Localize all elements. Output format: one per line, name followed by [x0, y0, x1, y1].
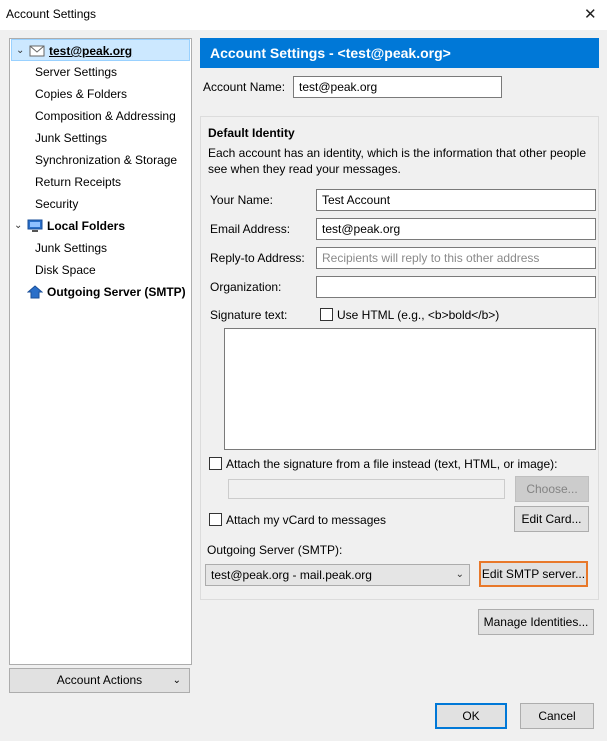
tree-item-account[interactable]: ⌄ test@peak.org: [11, 39, 190, 61]
account-actions-button[interactable]: Account Actions ⌄: [9, 668, 190, 693]
tree-item-label: Local Folders: [47, 219, 126, 233]
tree-item-synchronization[interactable]: Synchronization & Storage: [10, 149, 191, 171]
choose-file-button: Choose...: [515, 476, 589, 502]
tree-item-security[interactable]: Security: [10, 193, 191, 215]
attach-signature-file-checkbox[interactable]: [209, 457, 222, 470]
tree-item-label: Disk Space: [35, 263, 96, 277]
attach-vcard-checkbox[interactable]: [209, 513, 222, 526]
cancel-button[interactable]: Cancel: [520, 703, 594, 729]
signature-file-path-input: [228, 479, 505, 499]
page-title: Account Settings - <test@peak.org>: [200, 38, 599, 68]
tree-item-composition[interactable]: Composition & Addressing: [10, 105, 191, 127]
tree-item-label: test@peak.org: [49, 44, 133, 58]
tree-item-label: Return Receipts: [35, 175, 122, 189]
email-address-input[interactable]: test@peak.org: [316, 218, 596, 240]
local-folders-icon: [27, 219, 43, 232]
signature-text-label: Signature text:: [210, 308, 288, 322]
email-address-label: Email Address:: [210, 222, 291, 236]
tree-item-label: Server Settings: [35, 65, 118, 79]
tree-item-disk-space[interactable]: Disk Space: [10, 259, 191, 281]
your-name-label: Your Name:: [210, 193, 273, 207]
tree-item-local-folders[interactable]: ⌄ Local Folders: [10, 215, 191, 237]
outgoing-server-selected: test@peak.org - mail.peak.org: [211, 568, 372, 582]
edit-card-button[interactable]: Edit Card...: [514, 506, 589, 532]
chevron-down-icon[interactable]: ⌄: [16, 40, 24, 62]
account-tree[interactable]: ⌄ test@peak.org Server Settings Copies &…: [9, 38, 192, 665]
edit-smtp-server-button[interactable]: Edit SMTP server...: [479, 561, 588, 587]
ok-button[interactable]: OK: [435, 703, 507, 729]
tree-item-label: Security: [35, 197, 79, 211]
organization-label: Organization:: [210, 280, 282, 294]
outgoing-server-icon: [27, 285, 43, 299]
chevron-down-icon: ⌄: [172, 675, 181, 686]
tree-item-server-settings[interactable]: Server Settings: [10, 61, 191, 83]
account-actions-label: Account Actions: [56, 673, 143, 687]
chevron-down-icon[interactable]: ⌄: [14, 215, 22, 237]
manage-identities-button[interactable]: Manage Identities...: [478, 609, 594, 635]
tree-item-local-junk-settings[interactable]: Junk Settings: [10, 237, 191, 259]
window-titlebar: Account Settings ✕: [0, 0, 607, 30]
use-html-label: Use HTML (e.g., <b>bold</b>): [337, 308, 500, 322]
default-identity-heading: Default Identity: [208, 126, 295, 140]
signature-textarea[interactable]: [224, 328, 596, 450]
default-identity-description: Each account has an identity, which is t…: [208, 146, 587, 176]
attach-vcard-label: Attach my vCard to messages: [226, 513, 387, 527]
attach-signature-file-label: Attach the signature from a file instead…: [226, 457, 558, 471]
tree-item-label: Junk Settings: [35, 241, 108, 255]
tree-item-label: Outgoing Server (SMTP): [47, 285, 186, 299]
tree-item-label: Copies & Folders: [35, 87, 128, 101]
reply-to-label: Reply-to Address:: [210, 251, 305, 265]
use-html-checkbox[interactable]: [320, 308, 333, 321]
tree-item-label: Junk Settings: [35, 131, 108, 145]
outgoing-server-select[interactable]: test@peak.org - mail.peak.org ⌄: [205, 564, 470, 586]
your-name-input[interactable]: Test Account: [316, 189, 596, 211]
account-name-input[interactable]: test@peak.org: [293, 76, 502, 98]
outgoing-server-label: Outgoing Server (SMTP):: [207, 543, 343, 557]
reply-to-input[interactable]: Recipients will reply to this other addr…: [316, 247, 596, 269]
tree-item-label: Synchronization & Storage: [35, 153, 178, 167]
organization-input[interactable]: [316, 276, 596, 298]
close-icon[interactable]: ✕: [584, 5, 597, 23]
tree-item-junk-settings[interactable]: Junk Settings: [10, 127, 191, 149]
tree-item-outgoing-server[interactable]: Outgoing Server (SMTP): [10, 281, 191, 303]
tree-item-label: Composition & Addressing: [35, 109, 176, 123]
window-title: Account Settings: [6, 7, 97, 21]
email-account-icon: [29, 45, 45, 57]
tree-item-copies-folders[interactable]: Copies & Folders: [10, 83, 191, 105]
tree-item-return-receipts[interactable]: Return Receipts: [10, 171, 191, 193]
chevron-down-icon: ⌄: [455, 569, 464, 580]
account-name-label: Account Name:: [203, 80, 286, 94]
